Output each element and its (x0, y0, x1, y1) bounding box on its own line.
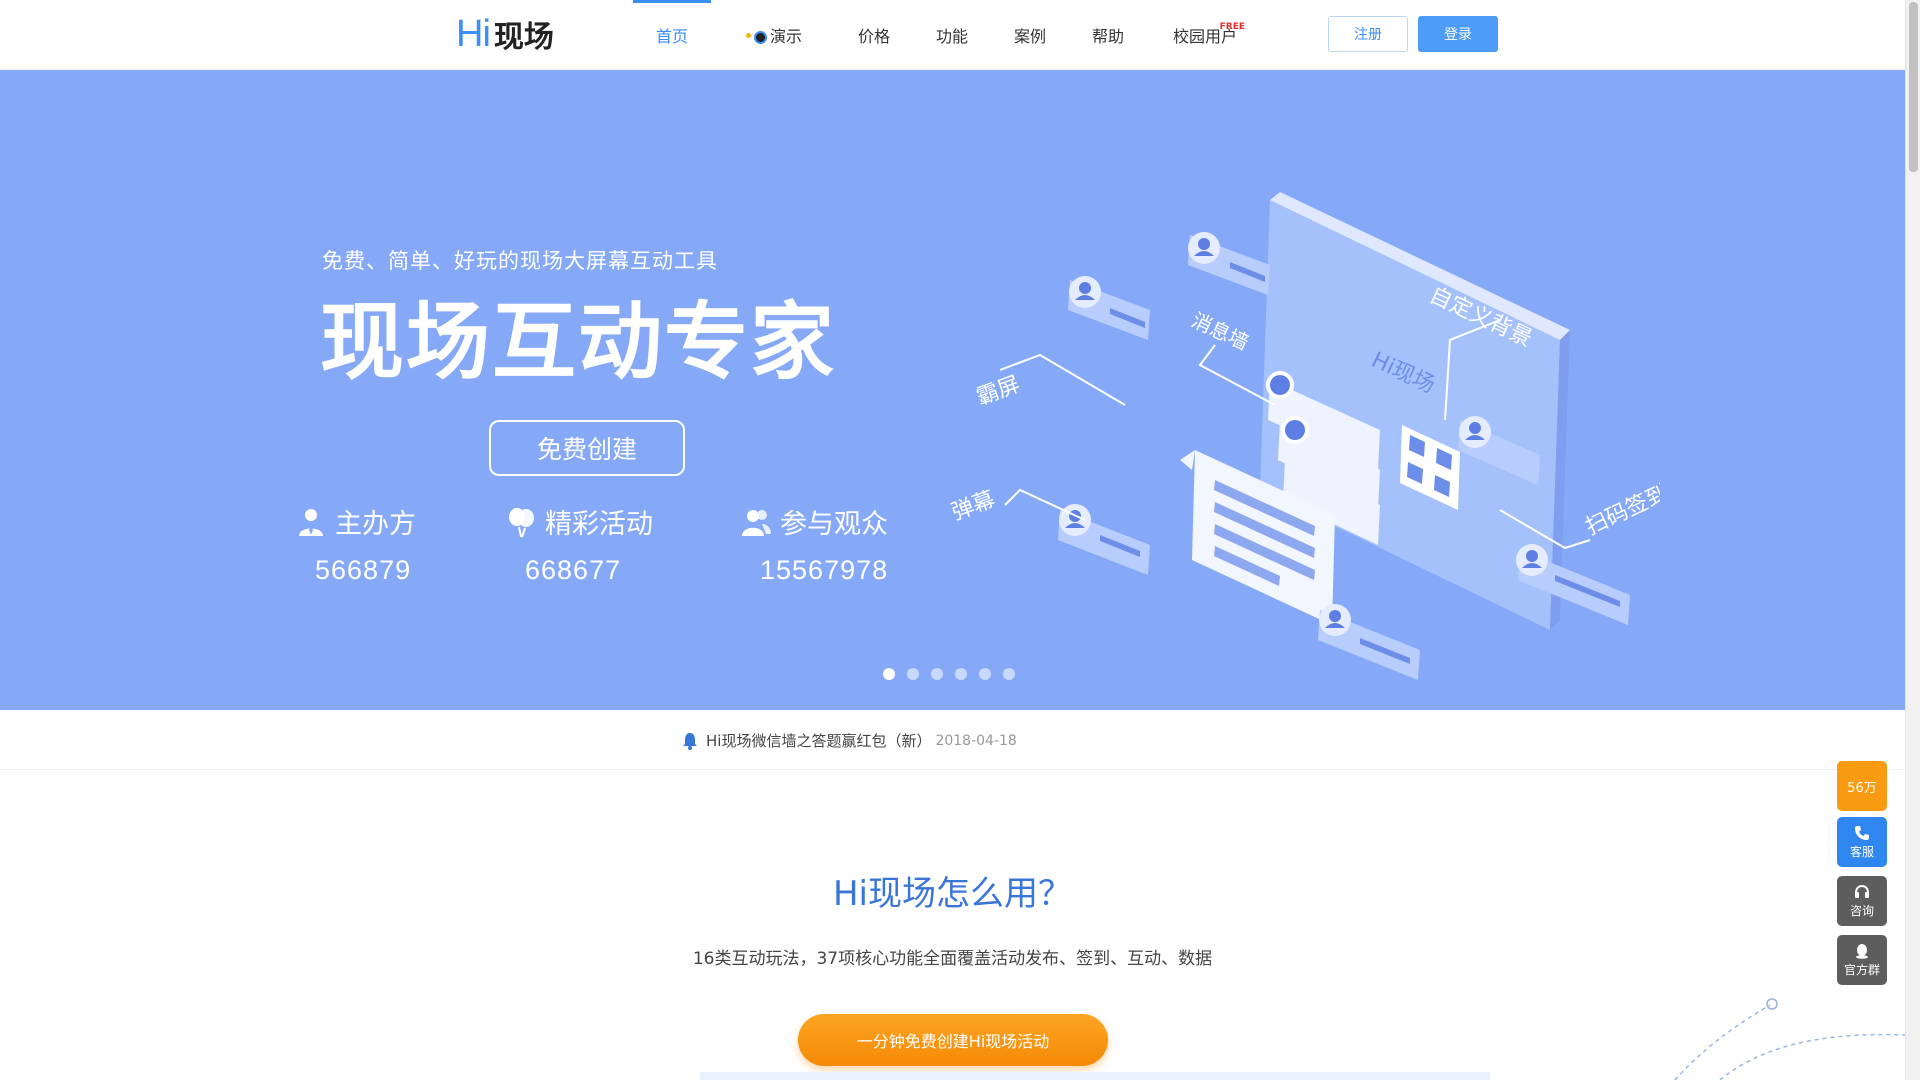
stat-audience-label: 参与观众 (780, 509, 888, 540)
nav-campus[interactable]: 校园用户 FREE (1171, 0, 1245, 70)
notice-text: Hi现场微信墙之答题赢红包（新） (706, 732, 932, 750)
balloon-icon (509, 507, 534, 537)
consult-button[interactable]: 咨询 (1837, 876, 1887, 926)
nav-pricing[interactable]: 价格 (857, 0, 891, 70)
free-badge: FREE (1219, 22, 1245, 32)
user-card (1068, 276, 1150, 340)
carousel-dot[interactable] (979, 668, 991, 680)
stat-organizers-value: 566879 (315, 555, 412, 585)
audience-icon (742, 509, 771, 536)
carousel-dot[interactable] (883, 668, 895, 680)
nav-demo-label: 演示 (769, 27, 802, 46)
nav-cases[interactable]: 案例 (1013, 0, 1047, 70)
stat-audience-value: 15567978 (760, 555, 889, 585)
user-count-button[interactable]: 56万 (1837, 761, 1887, 811)
nav-home[interactable]: 首页 (633, 0, 711, 70)
label-bullying: 霸屏 (974, 372, 1024, 411)
user-card (1318, 604, 1420, 680)
interaction-illustration: 霸屏 弹幕 消息墙 Hi现场 自定义背景 扫码签到 (949, 192, 1660, 680)
bell-icon (683, 732, 697, 750)
phone-icon (1855, 825, 1869, 840)
free-create-button[interactable]: 免费创建 (489, 420, 685, 476)
notice-date: 2018-04-18 (935, 732, 1017, 749)
create-activity-button[interactable]: 一分钟免费创建Hi现场活动 (798, 1014, 1108, 1066)
notice-bar: Hi现场微信墙之答题赢红包（新） 2018-04-18 (0, 710, 1905, 770)
main-nav: 首页 演示 价格 功能 案例 帮助 校园用户 FREE (633, 0, 1245, 70)
user-card (1188, 232, 1270, 295)
stat-organizers-label: 主办方 (335, 509, 416, 540)
decorative-curve (1674, 998, 1905, 1080)
nav-cases-label: 案例 (1013, 27, 1046, 46)
service-button[interactable]: 客服 (1837, 817, 1887, 867)
page: Hi 现场 首页 演示 价格 功能 案例 帮助 校园用户 FREE 注册 登录 … (0, 0, 1920, 1080)
top-header: Hi 现场 首页 演示 价格 功能 案例 帮助 校园用户 FREE 注册 登录 (0, 0, 1905, 70)
carousel-dots (883, 668, 1015, 680)
label-message-wall: 消息墙 (1188, 308, 1253, 355)
stat-organizers: 主办方 566879 (295, 502, 495, 586)
section-title: Hi现场怎么用？ (832, 874, 1072, 914)
label-scan-signin: 扫码签到 (1582, 481, 1660, 541)
stat-activities: 精彩活动 668677 (505, 502, 705, 586)
label-danmaku: 弹幕 (949, 487, 999, 526)
logo-hi: Hi (456, 12, 491, 55)
page-scrollbar[interactable] (1905, 0, 1920, 1080)
register-button[interactable]: 注册 (1328, 16, 1408, 52)
nav-pricing-label: 价格 (857, 27, 890, 46)
nav-demo[interactable]: 演示 (728, 0, 820, 70)
headset-icon (1855, 884, 1869, 898)
official-group-button[interactable]: 官方群 (1837, 935, 1887, 985)
carousel-dot[interactable] (931, 668, 943, 680)
stat-activities-value: 668677 (525, 555, 622, 585)
logo-name: 现场 (493, 20, 554, 55)
organizer-icon (299, 508, 323, 536)
nav-home-label: 首页 (655, 27, 688, 46)
hero-banner[interactable]: 免费、简单、好玩的现场大屏幕互动工具 现场互动专家 免费创建 主办方 56687… (0, 70, 1905, 710)
stat-activities-label: 精彩活动 (545, 509, 653, 540)
banner-subtitle: 免费、简单、好玩的现场大屏幕互动工具 (322, 249, 718, 273)
user-count-label: 56万 (1847, 780, 1877, 796)
notice-item[interactable]: Hi现场微信墙之答题赢红包（新） 2018-04-18 (682, 730, 1017, 751)
nav-help-label: 帮助 (1091, 27, 1124, 46)
carousel-dot[interactable] (1003, 668, 1015, 680)
banner-title: 现场互动专家 (320, 293, 837, 391)
consult-label: 咨询 (1849, 903, 1874, 918)
service-label: 客服 (1849, 844, 1874, 859)
scrollbar-thumb[interactable] (1909, 2, 1918, 172)
stat-audience: 参与观众 15567978 (740, 502, 940, 586)
official-group-label: 官方群 (1843, 962, 1880, 977)
nav-features[interactable]: 功能 (935, 0, 969, 70)
carousel-dot[interactable] (955, 668, 967, 680)
next-section-edge (700, 1072, 1490, 1080)
carousel-dot[interactable] (907, 668, 919, 680)
demo-icon (745, 29, 767, 44)
nav-features-label: 功能 (935, 27, 968, 46)
qq-penguin-icon (1856, 943, 1868, 959)
nav-help[interactable]: 帮助 (1091, 0, 1125, 70)
site-logo[interactable]: Hi 现场 (456, 12, 554, 56)
login-button[interactable]: 登录 (1418, 16, 1498, 52)
section-subtitle: 16类互动玩法，37项核心功能全面覆盖活动发布、签到、互动、数据 (692, 949, 1213, 969)
